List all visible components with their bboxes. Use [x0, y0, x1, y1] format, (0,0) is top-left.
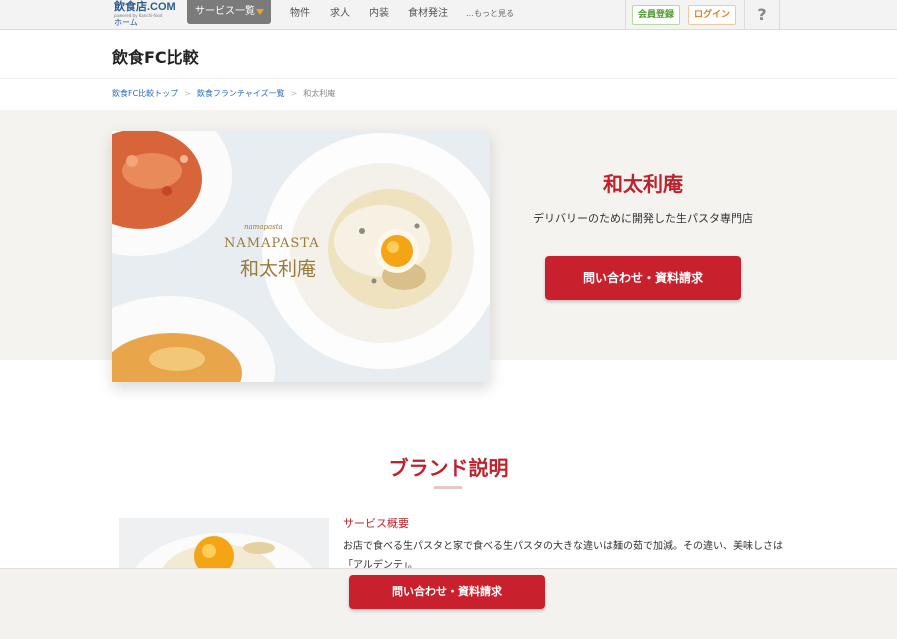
nav-link-property[interactable]: 物件	[290, 0, 310, 30]
nav-divider	[779, 0, 780, 30]
bottom-inquiry-button[interactable]: 問い合わせ・資料請求	[349, 575, 545, 609]
logo-home-link[interactable]: ホーム	[114, 18, 176, 27]
site-header: 飲食FC比較	[0, 30, 897, 79]
login-button[interactable]: ログイン	[688, 5, 736, 25]
brand-tagline: デリバリーのために開発した生パスタ専門店	[533, 212, 753, 225]
hero-image: namapasta NAMAPASTA 和太利庵	[112, 131, 490, 382]
breadcrumb-current: 和太利庵	[303, 89, 336, 98]
member-register-button[interactable]: 会員登録	[632, 5, 680, 25]
logo-text: 飲食店.COM	[114, 1, 176, 13]
service-menu-button[interactable]: サービス一覧	[187, 0, 271, 24]
breadcrumb: 飲食FC比較トップ > 飲食フランチャイズ一覧 > 和太利庵	[112, 88, 335, 99]
breadcrumb-separator: >	[290, 89, 298, 98]
inquiry-button[interactable]: 問い合わせ・資料請求	[545, 256, 741, 300]
service-overview-heading: サービス概要	[343, 517, 409, 530]
nav-link-jobs[interactable]: 求人	[330, 0, 350, 30]
site-logo[interactable]: 飲食店.COM powered by Kanchi-food ホーム	[114, 2, 176, 28]
nav-link-interior[interactable]: 内装	[369, 0, 389, 30]
caret-down-icon	[256, 9, 264, 15]
overlay-small-text: namapasta	[244, 223, 283, 231]
pasta-photo: namapasta NAMAPASTA 和太利庵	[112, 131, 490, 382]
overlay-brand-jp: 和太利庵	[240, 258, 316, 280]
nav-link-more[interactable]: …もっと見る	[466, 0, 514, 30]
help-icon[interactable]: ?	[745, 0, 779, 30]
breadcrumb-franchise-list[interactable]: 飲食フランチャイズ一覧	[197, 89, 285, 98]
service-menu-label: サービス一覧	[195, 6, 255, 17]
brand-name: 和太利庵	[603, 172, 683, 196]
overlay-brand-en: NAMAPASTA	[224, 236, 320, 251]
nav-divider	[625, 0, 626, 30]
section-title: ブランド説明	[388, 456, 509, 480]
breadcrumb-top[interactable]: 飲食FC比較トップ	[112, 89, 178, 98]
site-title[interactable]: 飲食FC比較	[112, 44, 199, 68]
nav-link-ingredients[interactable]: 食材発注	[408, 0, 448, 30]
global-nav: 飲食店.COM powered by Kanchi-food ホーム サービス一…	[0, 0, 897, 30]
section-title-underline	[434, 486, 462, 489]
breadcrumb-separator: >	[184, 89, 191, 98]
